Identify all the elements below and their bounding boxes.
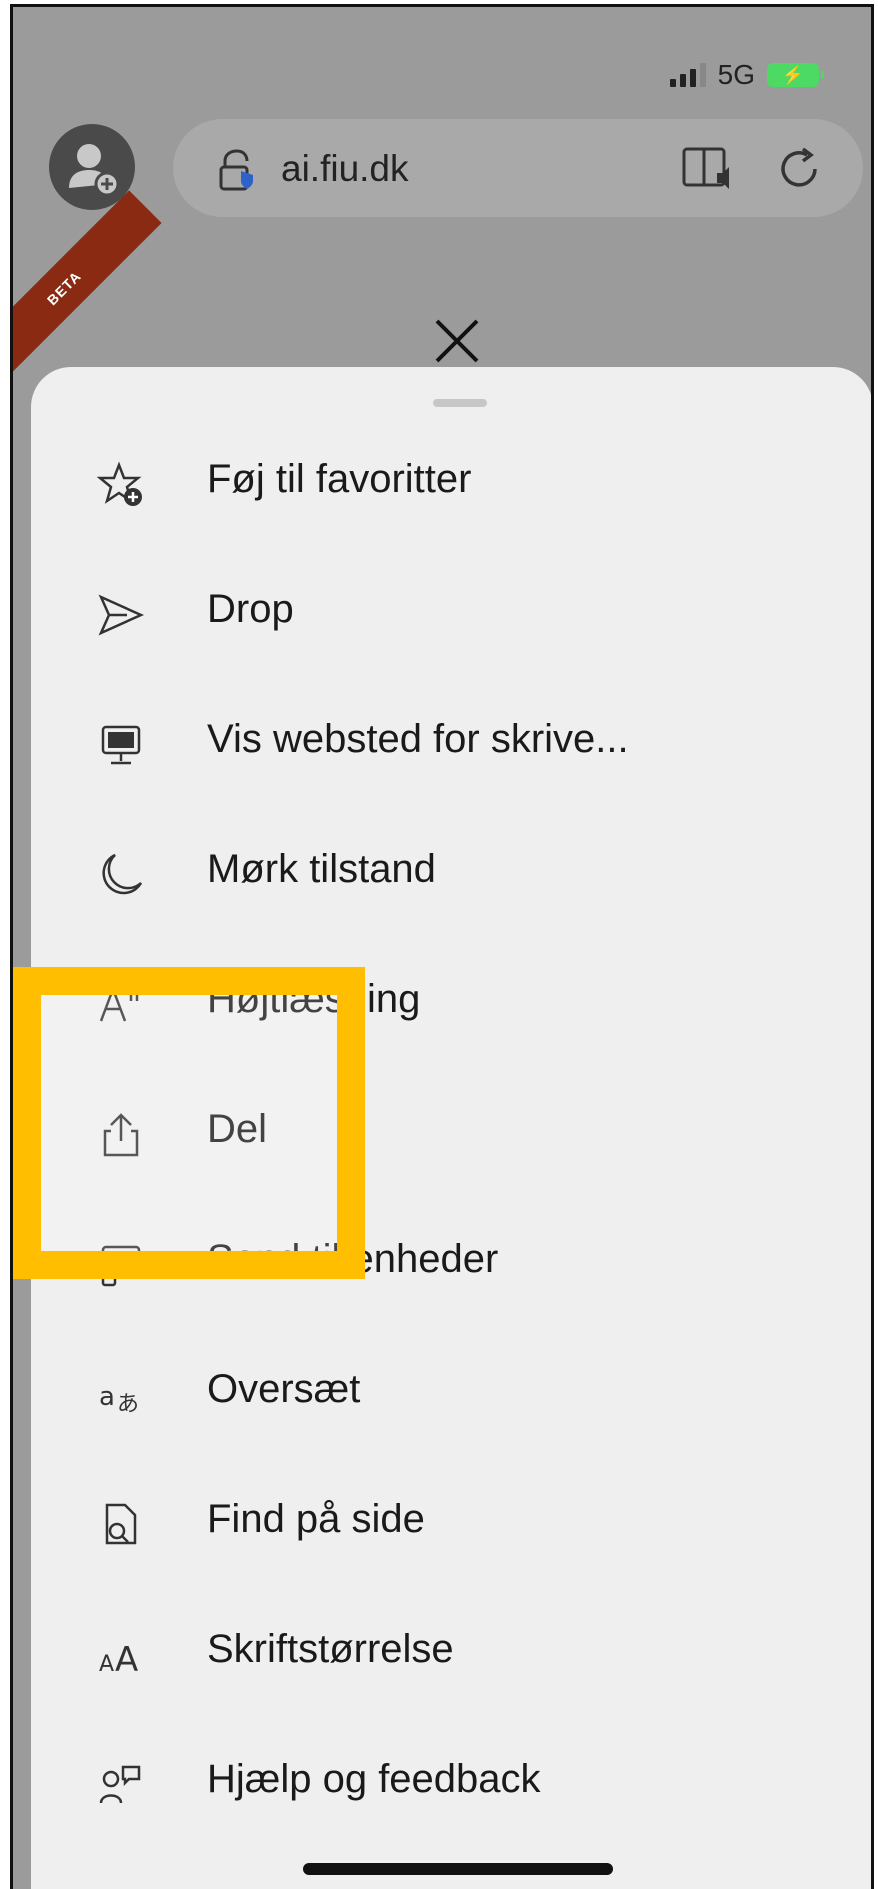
moon-icon: [97, 851, 145, 899]
highlight-box: [13, 967, 365, 1279]
beta-ribbon: BETA: [13, 190, 162, 386]
menu-item-label: Skriftstørrelse: [207, 1627, 454, 1671]
menu-item-add-favorite[interactable]: Føj til favoritter: [31, 441, 851, 521]
find-icon: [97, 1501, 145, 1549]
menu-item-label: Vis websted for skrive...: [207, 717, 629, 761]
star-plus-icon: [97, 461, 145, 509]
svg-text:a: a: [99, 1382, 115, 1412]
translate-icon: aあ: [97, 1371, 145, 1419]
menu-item-label: Find på side: [207, 1497, 425, 1541]
menu-item-font-size[interactable]: AA Skriftstørrelse: [31, 1611, 851, 1691]
home-indicator: [303, 1863, 613, 1875]
menu-item-label: Hjælp og feedback: [207, 1757, 541, 1801]
svg-text:A: A: [115, 1640, 138, 1679]
url-text[interactable]: ai.fiu.dk: [281, 148, 409, 190]
menu-item-drop[interactable]: Drop: [31, 571, 851, 651]
menu-item-find-on-page[interactable]: Find på side: [31, 1481, 851, 1561]
sheet-drag-handle[interactable]: [433, 399, 487, 407]
desktop-icon: [97, 721, 145, 769]
lock-shield-icon: [219, 149, 253, 191]
menu-item-label: Oversæt: [207, 1367, 361, 1411]
svg-text:A: A: [99, 1652, 114, 1677]
svg-text:あ: あ: [117, 1392, 139, 1417]
reload-icon[interactable]: [775, 145, 823, 193]
close-icon[interactable]: [431, 315, 483, 367]
send-icon: [97, 591, 145, 639]
menu-item-help-feedback[interactable]: Hjælp og feedback: [31, 1741, 851, 1821]
battery-icon: ⚡: [767, 63, 824, 87]
font-size-icon: AA: [97, 1631, 145, 1679]
menu-item-desktop-site[interactable]: Vis websted for skrive...: [31, 701, 851, 781]
menu-item-label: Drop: [207, 587, 294, 631]
signal-icon: [669, 63, 706, 87]
phone-screen: 5G ⚡ ai.fiu.dk BETA Føj til favoritter D…: [10, 4, 874, 1889]
menu-item-dark-mode[interactable]: Mørk tilstand: [31, 831, 851, 911]
network-label: 5G: [717, 59, 755, 90]
address-bar[interactable]: ai.fiu.dk: [173, 119, 863, 217]
help-feedback-icon: [97, 1761, 145, 1809]
menu-item-label: Mørk tilstand: [207, 847, 436, 891]
reader-view-icon[interactable]: [681, 145, 735, 193]
menu-item-label: Føj til favoritter: [207, 457, 472, 501]
menu-item-translate[interactable]: aあ Oversæt: [31, 1351, 851, 1431]
status-bar: 5G ⚡: [669, 59, 824, 91]
